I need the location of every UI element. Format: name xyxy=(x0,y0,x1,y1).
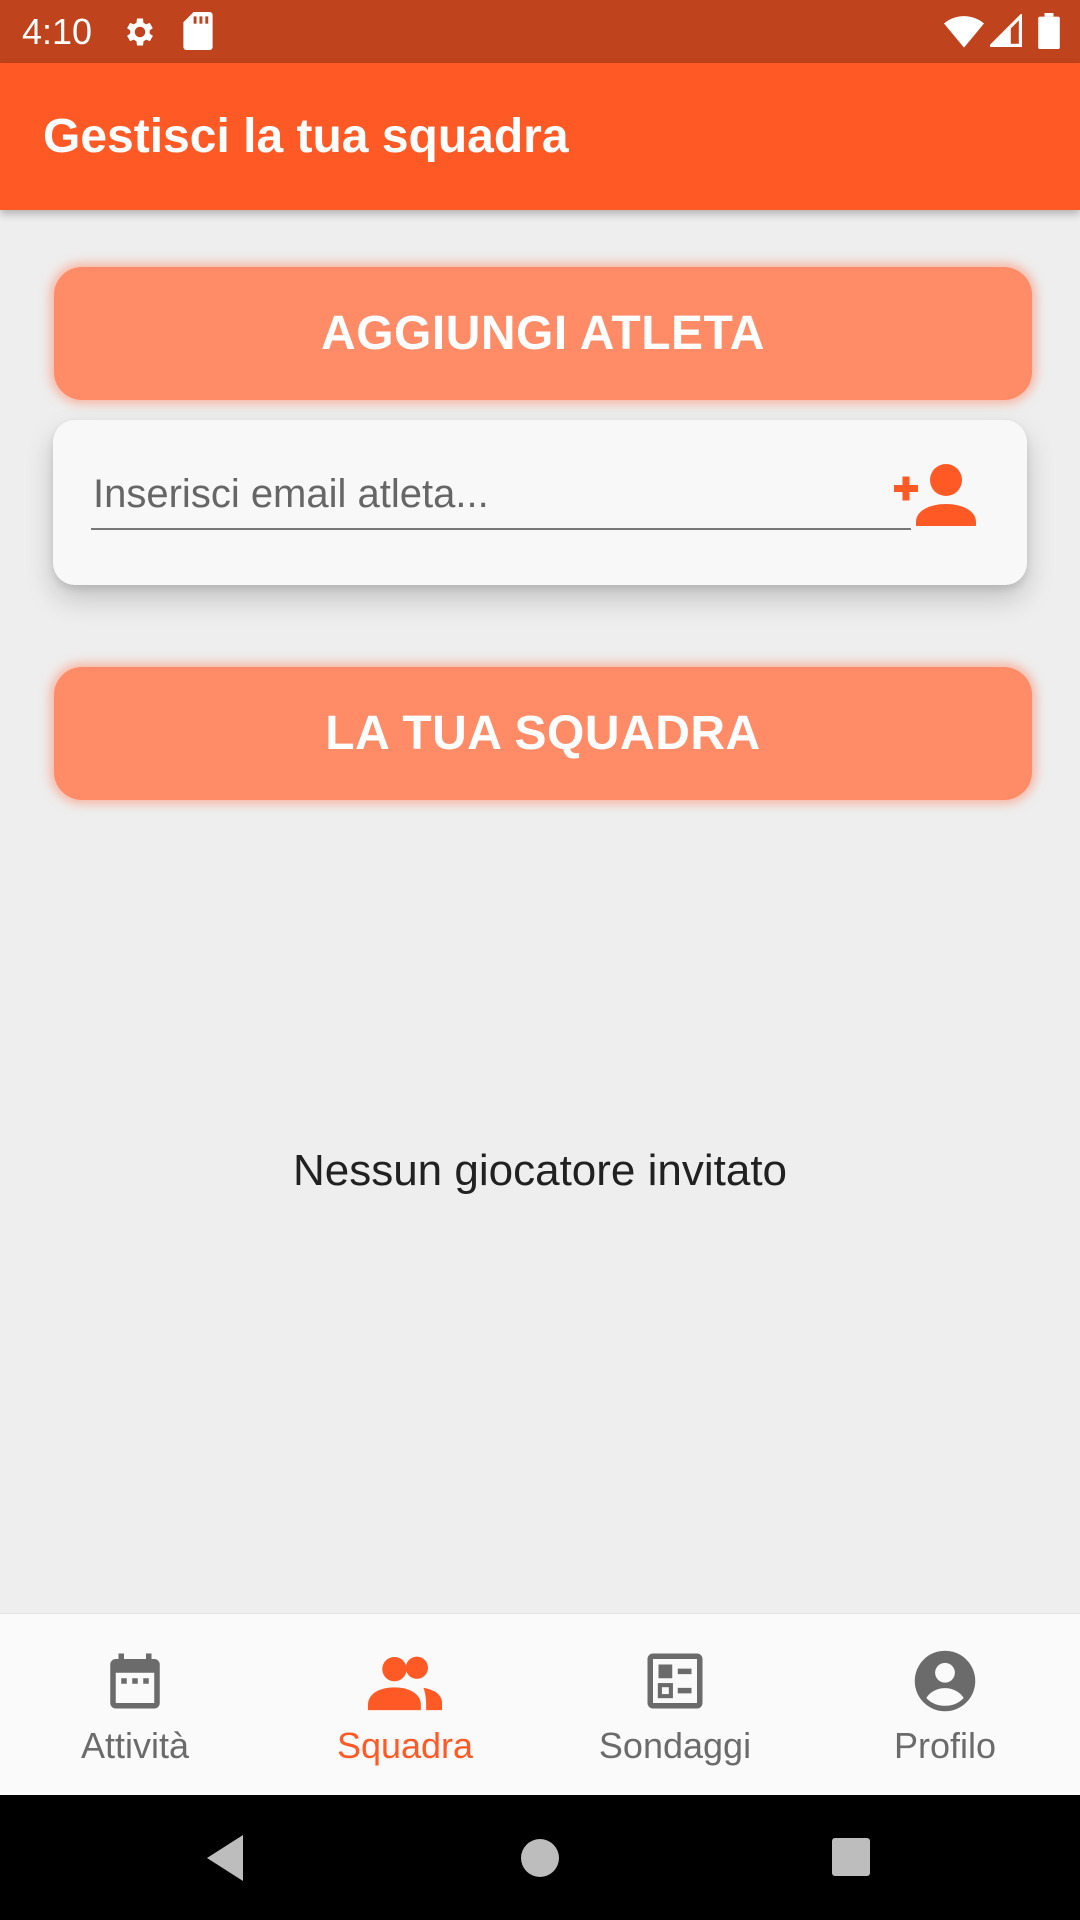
back-icon[interactable] xyxy=(200,1795,250,1920)
wifi-icon xyxy=(944,14,984,48)
page-title: Gestisci la tua squadra xyxy=(43,110,569,163)
empty-team-message: Nessun giocatore invitato xyxy=(292,1146,788,1195)
nav-item-sondaggi[interactable]: Sondaggi xyxy=(540,1614,810,1796)
main-content: AGGIUNGI ATLETA LA TUA SQUADRA Nessun gi… xyxy=(0,210,1080,1613)
athlete-email-input[interactable] xyxy=(91,460,911,530)
bottom-navigation: Attività Squadra Sondaggi Profilo xyxy=(0,1613,1080,1795)
system-navigation-bar xyxy=(0,1795,1080,1920)
sd-card-icon xyxy=(183,12,213,50)
calendar-icon xyxy=(102,1648,168,1714)
nav-label-attivita: Attività xyxy=(80,1725,190,1766)
nav-item-attivita[interactable]: Attività xyxy=(0,1614,270,1796)
recents-icon[interactable] xyxy=(831,1795,871,1920)
add-athlete-card xyxy=(53,420,1027,585)
app-bar: Gestisci la tua squadra xyxy=(0,63,1080,210)
settings-gear-icon xyxy=(122,14,158,50)
status-bar: 4:10 xyxy=(0,0,1080,63)
battery-icon xyxy=(1038,13,1060,49)
account-circle-icon xyxy=(912,1648,978,1714)
nav-label-profilo: Profilo xyxy=(893,1725,997,1766)
home-icon[interactable] xyxy=(519,1795,561,1920)
status-time: 4:10 xyxy=(22,11,93,52)
nav-item-squadra[interactable]: Squadra xyxy=(270,1614,540,1796)
group-icon xyxy=(368,1648,442,1714)
signal-icon xyxy=(990,14,1022,48)
nav-label-squadra: Squadra xyxy=(336,1725,474,1766)
nav-label-sondaggi: Sondaggi xyxy=(598,1725,752,1766)
poll-icon xyxy=(642,1648,708,1714)
your-team-button[interactable]: LA TUA SQUADRA xyxy=(54,667,1032,800)
nav-item-profilo[interactable]: Profilo xyxy=(810,1614,1080,1796)
add-athlete-button[interactable]: AGGIUNGI ATLETA xyxy=(54,267,1032,400)
person-add-icon[interactable] xyxy=(891,458,981,538)
